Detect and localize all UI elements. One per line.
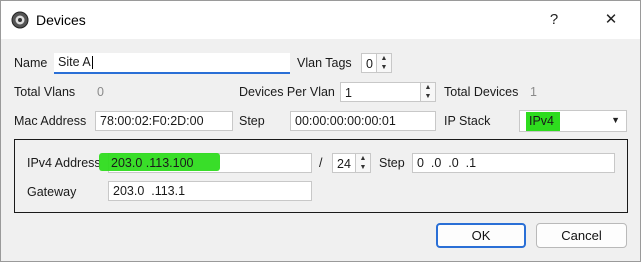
ipv4-step-input[interactable]: 0 .0 .0 .1 <box>412 153 615 173</box>
devices-per-vlan-spinbox[interactable]: 1 ▲ ▼ <box>340 82 436 102</box>
chevron-up-icon[interactable]: ▲ <box>377 54 391 63</box>
name-label: Name <box>14 56 48 70</box>
vlan-tags-stepper[interactable]: ▲ ▼ <box>376 54 391 72</box>
ipv4-step-label: Step <box>379 156 405 170</box>
devices-per-vlan-stepper[interactable]: ▲ ▼ <box>420 83 435 101</box>
devices-dialog: Devices ? ✕ Name Site A Vlan Tags 0 ▲ ▼ T… <box>0 0 641 262</box>
total-vlans-value: 0 <box>97 85 104 99</box>
total-vlans-label: Total Vlans <box>14 85 76 99</box>
ip-stack-value: IPv4 <box>526 112 561 131</box>
prefix-length-value: 24 <box>337 157 351 171</box>
gateway-label: Gateway <box>27 185 77 199</box>
vlan-tags-spinbox[interactable]: 0 ▲ ▼ <box>361 53 392 73</box>
name-input[interactable]: Site A <box>54 53 290 74</box>
help-button[interactable]: ? <box>534 7 574 33</box>
chevron-down-icon[interactable]: ▼ <box>377 63 391 72</box>
name-value: Site A <box>58 55 91 69</box>
chevron-down-icon[interactable]: ▼ <box>356 163 370 172</box>
dropdown-arrow-icon[interactable]: ▼ <box>611 115 620 125</box>
chevron-down-icon[interactable]: ▼ <box>421 92 435 101</box>
ip-stack-select[interactable]: IPv4 ▼ <box>519 110 627 132</box>
total-devices-value: 1 <box>530 85 537 99</box>
prefix-length-stepper[interactable]: ▲ ▼ <box>355 154 370 172</box>
mac-step-label: Step <box>239 114 265 128</box>
total-devices-label: Total Devices <box>444 85 519 99</box>
mac-step-input[interactable]: 00:00:00:00:00:01 <box>290 111 436 131</box>
close-button[interactable]: ✕ <box>591 7 631 33</box>
ip-stack-label: IP Stack <box>444 114 491 128</box>
vlan-tags-label: Vlan Tags <box>297 56 352 70</box>
text-caret <box>91 56 93 70</box>
prefix-length-spinbox[interactable]: 24 ▲ ▼ <box>332 153 371 173</box>
title-bar: Devices ? ✕ <box>1 1 640 39</box>
mac-address-label: Mac Address <box>14 114 87 128</box>
chevron-up-icon[interactable]: ▲ <box>421 83 435 92</box>
ipv4-address-text: 203.0 .113.100 <box>111 156 194 170</box>
vlan-tags-value: 0 <box>366 57 373 71</box>
ok-button[interactable]: OK <box>436 223 526 248</box>
mac-address-input[interactable]: 78:00:02:F0:2D:00 <box>95 111 233 131</box>
chevron-up-icon[interactable]: ▲ <box>356 154 370 163</box>
ipv4-address-label: IPv4 Address <box>27 156 101 170</box>
prefix-slash: / <box>319 156 323 170</box>
cancel-button[interactable]: Cancel <box>536 223 627 248</box>
app-icon <box>11 11 29 29</box>
window-title: Devices <box>36 12 86 28</box>
devices-per-vlan-value: 1 <box>345 86 352 100</box>
devices-per-vlan-label: Devices Per Vlan <box>239 85 335 99</box>
gateway-input[interactable]: 203.0 .113.1 <box>108 181 312 201</box>
ipv4-group <box>14 139 628 213</box>
